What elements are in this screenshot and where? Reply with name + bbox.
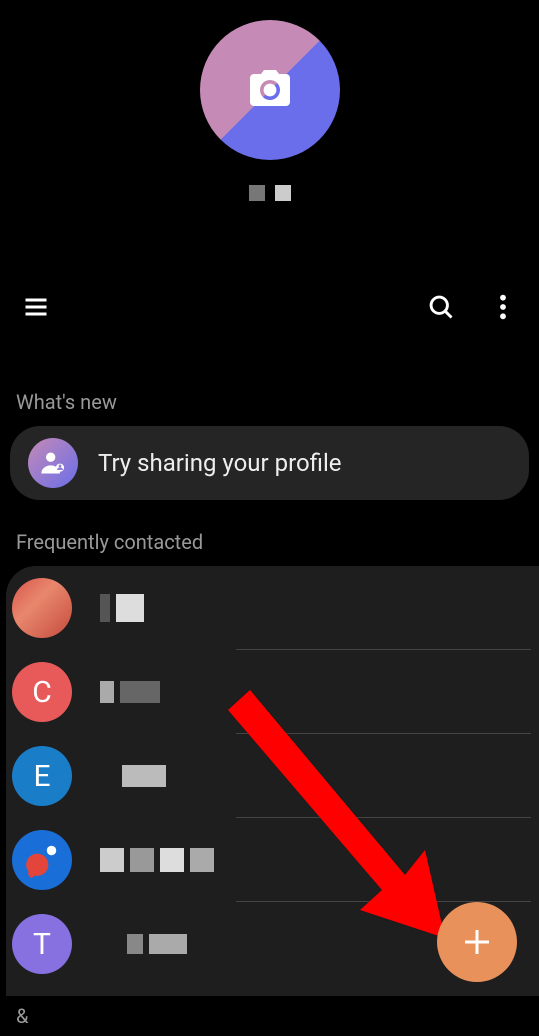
contact-avatar [12, 830, 72, 890]
menu-button[interactable] [20, 291, 52, 323]
whats-new-header: What's new [0, 378, 539, 426]
contact-avatar: T [12, 914, 72, 974]
contact-avatar: E [12, 746, 72, 806]
name-placeholder [249, 185, 291, 201]
profile-avatar[interactable] [200, 20, 340, 160]
camera-icon [246, 66, 294, 114]
contact-row[interactable] [6, 818, 539, 902]
plus-icon [459, 924, 495, 960]
whats-new-card[interactable]: Try sharing your profile [10, 426, 529, 500]
contact-row[interactable] [6, 566, 539, 650]
contact-avatar [12, 578, 72, 638]
more-button[interactable] [487, 291, 519, 323]
whats-new-text: Try sharing your profile [98, 449, 342, 477]
contact-avatar: C [12, 662, 72, 722]
paddle-icon [23, 841, 61, 879]
frequently-contacted-header: Frequently contacted [0, 518, 539, 566]
toolbar [0, 291, 539, 323]
add-contact-fab[interactable] [437, 902, 517, 982]
contact-row[interactable]: C [6, 650, 539, 734]
contact-name-redacted [100, 594, 144, 622]
contact-name-redacted [100, 681, 160, 703]
profile-share-icon [28, 438, 78, 488]
search-button[interactable] [425, 291, 457, 323]
contact-row[interactable]: E [6, 734, 539, 818]
contact-name-redacted [100, 848, 214, 872]
index-letter: & [0, 996, 539, 1036]
contact-name-redacted [127, 934, 187, 954]
contact-name-redacted [122, 765, 166, 787]
